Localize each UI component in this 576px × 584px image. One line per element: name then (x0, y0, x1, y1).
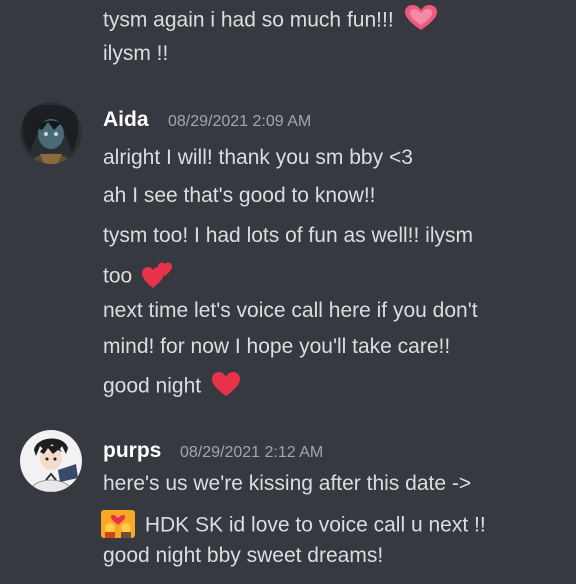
message-line: good night bby sweet dreams! (103, 544, 384, 567)
red-heart-icon (211, 371, 241, 403)
two-hearts-icon (142, 259, 174, 295)
message-line: mind! for now I hope you'll take care!! (103, 335, 451, 358)
message-line: ah I see that's good to know!! (103, 184, 376, 207)
message-line: next time let's voice call here if you d… (103, 299, 478, 322)
avatar[interactable] (20, 430, 82, 492)
message-timestamp: 08/29/2021 2:12 AM (180, 444, 324, 461)
message-line: too (103, 259, 174, 295)
message-line: alright I will! thank you sm bby <3 (103, 146, 413, 169)
message-line: HDK SK id love to voice call u next !! (101, 508, 486, 544)
message-timestamp: 08/29/2021 2:09 AM (168, 113, 312, 130)
message-line: here's us we're kissing after this date … (103, 472, 472, 495)
message-line: good night (103, 371, 241, 403)
message-line: tysm too! I had lots of fun as well!! il… (103, 224, 473, 247)
message-line: ilysm !! (103, 42, 169, 65)
author-name[interactable]: Aida (103, 108, 149, 132)
growing-heart-icon (404, 4, 438, 38)
author-name[interactable]: purps (103, 439, 161, 463)
message-line: tysm again i had so much fun!!! (103, 4, 438, 38)
couple-kiss-icon (101, 508, 135, 544)
avatar[interactable] (20, 102, 82, 164)
